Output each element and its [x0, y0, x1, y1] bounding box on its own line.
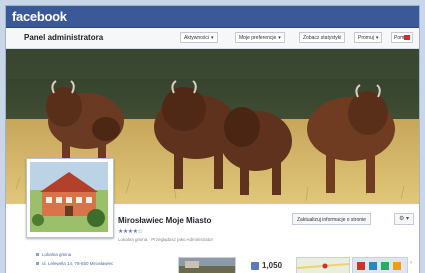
chevron-down-icon: ▾	[278, 35, 281, 41]
preferences-label: Moje preferencje	[239, 35, 277, 41]
admin-panel-bar: Panel administratora Aktywności ▾ Moje pr…	[6, 28, 419, 49]
edit-page-info-button[interactable]: Zaktualizuj informacje o stronie	[292, 213, 371, 225]
info-address-text: ul. Lelewela 14, 78-650 Mirosławiec	[42, 261, 114, 266]
likes-count[interactable]: 1,050	[262, 261, 282, 270]
promote-label: Promuj	[358, 35, 374, 41]
chevron-down-icon: ▾	[211, 35, 214, 41]
gear-icon[interactable]: ⚙ ▾	[394, 213, 414, 225]
photos-thumbnail[interactable]	[178, 257, 236, 273]
chevron-right-icon[interactable]: ›	[410, 260, 412, 266]
activity-label: Aktywności	[184, 35, 210, 41]
page-title: Mirosławiec Moje Miasto	[118, 216, 212, 225]
statistics-button[interactable]: Zobacz statystyki	[299, 32, 346, 43]
statistics-label: Zobacz statystyki	[303, 35, 342, 41]
app-thumbnail[interactable]	[352, 257, 408, 273]
facebook-topbar: facebook	[6, 6, 419, 28]
map-thumbnail[interactable]	[296, 257, 350, 273]
category-icon	[36, 253, 39, 257]
help-button[interactable]: Pomoc	[391, 32, 413, 43]
info-category-text: Lokalna gmina	[42, 252, 72, 257]
info-address[interactable]: ul. Lelewela 14, 78-650 Mirosławiec	[36, 261, 113, 266]
activity-dropdown[interactable]: Aktywności ▾	[180, 32, 218, 43]
browser-window: facebook Panel administratora Aktywności…	[6, 6, 419, 273]
rating-stars: ★★★★☆	[118, 229, 143, 235]
chevron-down-icon: ▾	[375, 35, 379, 41]
town-hall-image	[30, 162, 108, 232]
notification-badge	[404, 35, 410, 40]
profile-picture[interactable]	[26, 158, 114, 238]
promote-dropdown[interactable]: Promuj ▾	[354, 32, 383, 43]
map-image	[297, 258, 349, 273]
page-category-line: Lokalna gmina · Przeglądasz jako Adminis…	[118, 237, 214, 242]
admin-panel-title[interactable]: Panel administratora	[24, 33, 103, 42]
facebook-logo[interactable]: facebook	[12, 9, 67, 24]
info-category[interactable]: Lokalna gmina	[36, 252, 71, 257]
app-image	[353, 258, 407, 273]
like-icon	[251, 262, 259, 270]
preferences-dropdown[interactable]: Moje preferencje ▾	[235, 32, 285, 43]
photo-thumbnail-image	[179, 258, 235, 273]
location-icon	[36, 262, 39, 266]
